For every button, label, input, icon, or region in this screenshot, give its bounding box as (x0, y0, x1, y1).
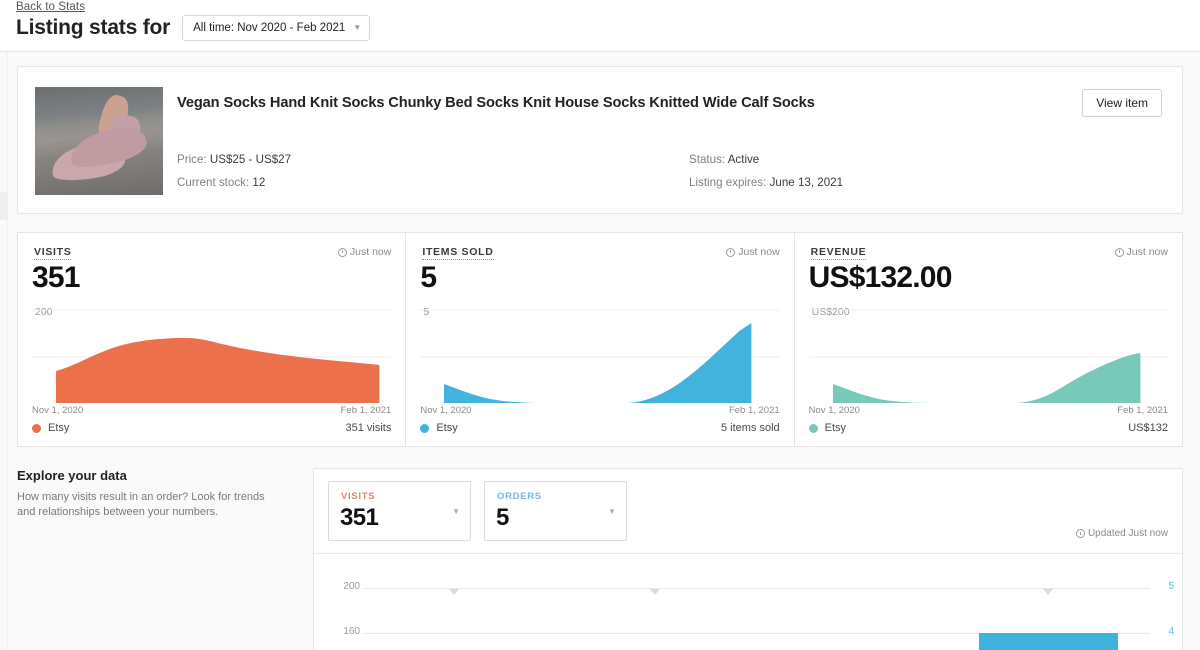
left-tick-200: 200 (343, 581, 360, 592)
stat-footer-items-sold: Etsy 5 items sold (420, 420, 780, 436)
listing-status: Status: Active (689, 153, 759, 166)
explore-heading: Explore your data (17, 468, 127, 483)
stock-value: 12 (252, 176, 266, 189)
axis-end-revenue: Feb 1, 2021 (1117, 405, 1168, 416)
legend-dot-icon (808, 423, 818, 433)
stat-updated-items-sold: Just now (726, 246, 780, 258)
listing-stats-page: Back to Stats Listing stats for All time… (0, 0, 1200, 650)
date-range-dropdown[interactable]: All time: Nov 2020 - Feb 2021 ▼ (182, 15, 371, 41)
page-title: Listing stats for (16, 16, 171, 39)
stat-value-revenue: US$132.00 (808, 261, 953, 294)
stat-total-visits: 351 visits (345, 422, 392, 434)
chart-items-sold-svg (420, 309, 780, 403)
legend-label-revenue: Etsy (824, 422, 847, 434)
metric-selector-value-visits: 351 (340, 504, 379, 531)
chart-visits: 200 (32, 306, 392, 404)
price-value: US$25 - US$27 (209, 153, 292, 166)
page-header: Back to Stats Listing stats for All time… (0, 0, 1200, 52)
value-marker (650, 589, 660, 595)
legend-label-visits: Etsy (48, 422, 70, 434)
listing-summary-card: Vegan Socks Hand Knit Socks Chunky Bed S… (17, 66, 1183, 214)
stat-updated-text: Just now (738, 246, 780, 258)
stat-value-items-sold: 5 (420, 261, 437, 294)
expires-label: Listing expires: (689, 176, 767, 189)
stat-updated-visits: Just now (337, 246, 392, 258)
chevron-down-icon: ▼ (452, 507, 460, 516)
value-marker (449, 589, 459, 595)
chevron-down-icon: ▼ (353, 23, 362, 32)
chart-revenue-svg (808, 309, 1168, 403)
stat-footer-visits: Etsy 351 visits (32, 420, 391, 436)
clock-icon (726, 247, 736, 257)
stat-updated-text: Just now (1126, 246, 1168, 258)
stat-card-revenue: REVENUE Just now US$132.00 US$200 Nov 1,… (793, 232, 1183, 447)
listing-stock: Current stock: 12 (177, 176, 265, 189)
axis-start-items-sold: Nov 1, 2020 (420, 405, 472, 416)
right-tick-5: 5 (1168, 581, 1174, 592)
legend-label-items-sold: Etsy (436, 422, 458, 434)
stat-total-revenue: US$132 (1128, 422, 1168, 434)
chart-items-sold: 5 (420, 306, 780, 404)
axis-dates-items-sold: Nov 1, 2020 Feb 1, 2021 (420, 405, 779, 419)
legend-items-sold: Etsy (420, 422, 458, 434)
axis-dates-revenue: Nov 1, 2020 Feb 1, 2021 (809, 405, 1168, 419)
listing-expires: Listing expires: June 13, 2021 (689, 176, 843, 189)
metric-selector-label-orders: ORDERS (497, 491, 542, 502)
stat-value-visits: 351 (32, 261, 80, 294)
back-to-stats-link[interactable]: Back to Stats (16, 1, 85, 13)
listing-title: Vegan Socks Hand Knit Socks Chunky Bed S… (177, 95, 815, 111)
chevron-down-icon: ▼ (608, 507, 616, 516)
explore-chart: 200 5 160 4 (314, 554, 1182, 650)
axis-dates-visits: Nov 1, 2020 Feb 1, 2021 (32, 405, 391, 419)
chart-visits-svg (32, 309, 392, 403)
stat-card-items-sold: ITEMS SOLD Just now 5 5 Nov 1, 2020 Feb … (405, 232, 794, 447)
legend-visits: Etsy (32, 422, 69, 434)
status-label: Status: (689, 153, 726, 166)
metric-selector-orders[interactable]: ORDERS 5 ▼ (484, 481, 627, 541)
chart-revenue: US$200 (808, 306, 1168, 404)
axis-end-items-sold: Feb 1, 2021 (728, 405, 780, 416)
gridline-200: 200 5 (314, 581, 1182, 595)
listing-thumbnail[interactable] (35, 87, 163, 195)
legend-dot-icon (420, 423, 430, 433)
stat-cards-row: VISITS Just now 351 200 Nov 1, 2020 Feb … (17, 232, 1183, 447)
stat-updated-text: Just now (349, 246, 392, 258)
axis-start-visits: Nov 1, 2020 (32, 405, 84, 416)
explore-updated-text: Updated Just now (1087, 528, 1168, 539)
stat-card-visits: VISITS Just now 351 200 Nov 1, 2020 Feb … (17, 232, 406, 447)
explore-description: How many visits result in an order? Look… (17, 491, 265, 518)
status-value: Active (727, 153, 760, 166)
clock-icon (1114, 247, 1124, 257)
clock-icon (337, 247, 347, 257)
right-tick-4: 4 (1168, 626, 1174, 637)
axis-end-visits: Feb 1, 2021 (340, 405, 392, 416)
listing-price: Price: US$25 - US$27 (177, 153, 291, 166)
price-label: Price: (177, 153, 207, 166)
explore-updated: Updated Just now (1075, 528, 1168, 539)
value-marker (1043, 589, 1053, 595)
view-item-button[interactable]: View item (1082, 89, 1162, 117)
axis-start-revenue: Nov 1, 2020 (808, 405, 860, 416)
chart-bar[interactable] (979, 633, 1118, 650)
stock-label: Current stock: (177, 176, 250, 189)
clock-icon (1075, 529, 1085, 538)
left-tick-160: 160 (343, 626, 360, 637)
stat-footer-revenue: Etsy US$132 (808, 420, 1168, 436)
stat-updated-revenue: Just now (1114, 246, 1168, 258)
metric-selectors: VISITS 351 ▼ ORDERS 5 ▼ (328, 481, 627, 541)
left-rail (0, 52, 8, 650)
title-row: Listing stats for All time: Nov 2020 - F… (16, 15, 371, 41)
expires-value: June 13, 2021 (769, 176, 844, 189)
rail-scroll-indicator (0, 192, 8, 220)
metric-selector-value-orders: 5 (496, 504, 509, 531)
explore-intro: Explore your data How many visits result… (17, 468, 307, 520)
legend-revenue: Etsy (808, 422, 847, 434)
explore-panel: VISITS 351 ▼ ORDERS 5 ▼ Updated Just now… (313, 468, 1183, 650)
metric-selector-label-visits: VISITS (341, 491, 376, 502)
stat-total-items-sold: 5 items sold (720, 422, 780, 434)
legend-dot-icon (32, 423, 41, 433)
metric-selector-visits[interactable]: VISITS 351 ▼ (328, 481, 471, 541)
date-range-label: All time: Nov 2020 - Feb 2021 (193, 22, 346, 34)
